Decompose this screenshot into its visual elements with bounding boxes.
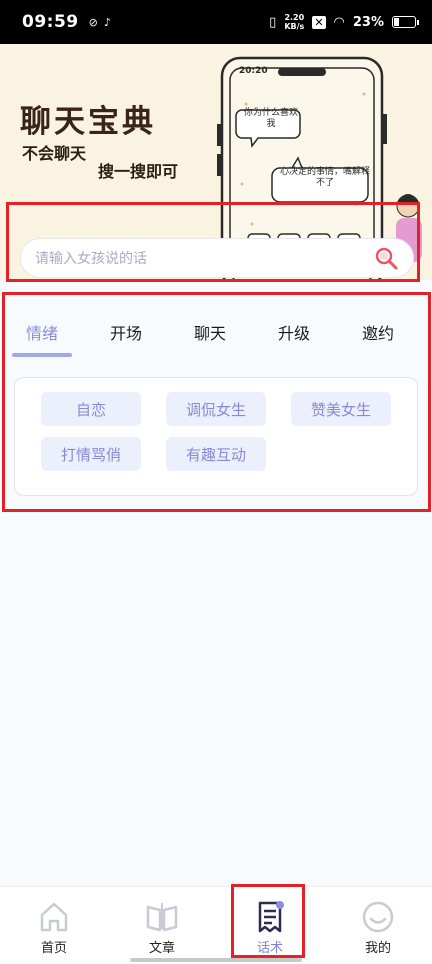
tab-chat[interactable]: 聊天 <box>194 320 226 344</box>
net-speed: 2.20 KB/s <box>284 13 304 31</box>
nav-home[interactable]: 首页 <box>0 887 108 964</box>
tag-item[interactable]: 有趣互动 <box>166 437 266 471</box>
search-input[interactable]: 请输入女孩说的话 <box>35 248 373 268</box>
sim-icon: ✕ <box>312 15 326 29</box>
vibrate-icon: ▯ <box>269 14 277 30</box>
net-speed-unit: KB/s <box>284 22 305 31</box>
bottom-nav: 首页 文章 话术 我的 <box>0 886 432 964</box>
status-time: 09:59 <box>22 12 79 32</box>
net-speed-value: 2.20 <box>284 13 305 22</box>
book-icon <box>146 903 178 932</box>
banner-title: 聊天宝典 <box>20 104 156 140</box>
battery-percent: 23% <box>352 14 384 30</box>
tab-invite[interactable]: 邀约 <box>362 320 394 344</box>
nav-articles-label: 文章 <box>148 941 175 956</box>
status-right: ▯ 2.20 KB/s ✕ ◠ 23% <box>269 13 419 31</box>
tiktok-icon: ♪ <box>103 15 111 29</box>
tags-card: 自恋 调侃女生 赞美女生 打情骂俏 有趣互动 <box>14 377 418 496</box>
bubble-1-text: 你为什么喜欢我 <box>244 108 299 129</box>
status-bar: 09:59 ⊘ ♪ ▯ 2.20 KB/s ✕ ◠ 23% <box>0 0 432 44</box>
tag-item[interactable]: 调侃女生 <box>166 392 266 426</box>
home-indicator[interactable] <box>130 958 302 962</box>
search-bar[interactable]: 请输入女孩说的话 <box>20 238 414 278</box>
smile-icon <box>362 901 394 933</box>
phone-time: 20:20 <box>239 66 268 76</box>
tab-upgrade[interactable]: 升级 <box>278 320 310 344</box>
tab-opening[interactable]: 开场 <box>110 320 142 344</box>
nav-articles[interactable]: 文章 <box>108 887 216 964</box>
banner-subtitle-1: 不会聊天 <box>22 144 87 163</box>
nav-highlight-frame <box>231 884 305 958</box>
search-icon[interactable] <box>373 245 399 271</box>
banner-subtitle-2: 搜一搜即可 <box>98 162 179 181</box>
home-icon <box>40 902 68 932</box>
tag-item[interactable]: 自恋 <box>41 392 141 426</box>
status-notification-icons: ⊘ ♪ <box>89 16 111 29</box>
tag-item[interactable]: 赞美女生 <box>291 392 391 426</box>
tab-active-indicator <box>12 353 72 357</box>
nav-home-label: 首页 <box>40 941 67 956</box>
wifi-icon: ◠ <box>333 14 345 30</box>
sync-icon: ⊘ <box>88 15 98 29</box>
tag-item[interactable]: 打情骂俏 <box>41 437 141 471</box>
tab-emotion[interactable]: 情绪 <box>26 320 58 344</box>
bubble-2-text: 心决定的事情，嘴解释不了 <box>280 167 371 188</box>
battery-icon <box>392 16 419 28</box>
nav-mine-label: 我的 <box>364 941 391 956</box>
nav-mine[interactable]: 我的 <box>324 887 432 964</box>
